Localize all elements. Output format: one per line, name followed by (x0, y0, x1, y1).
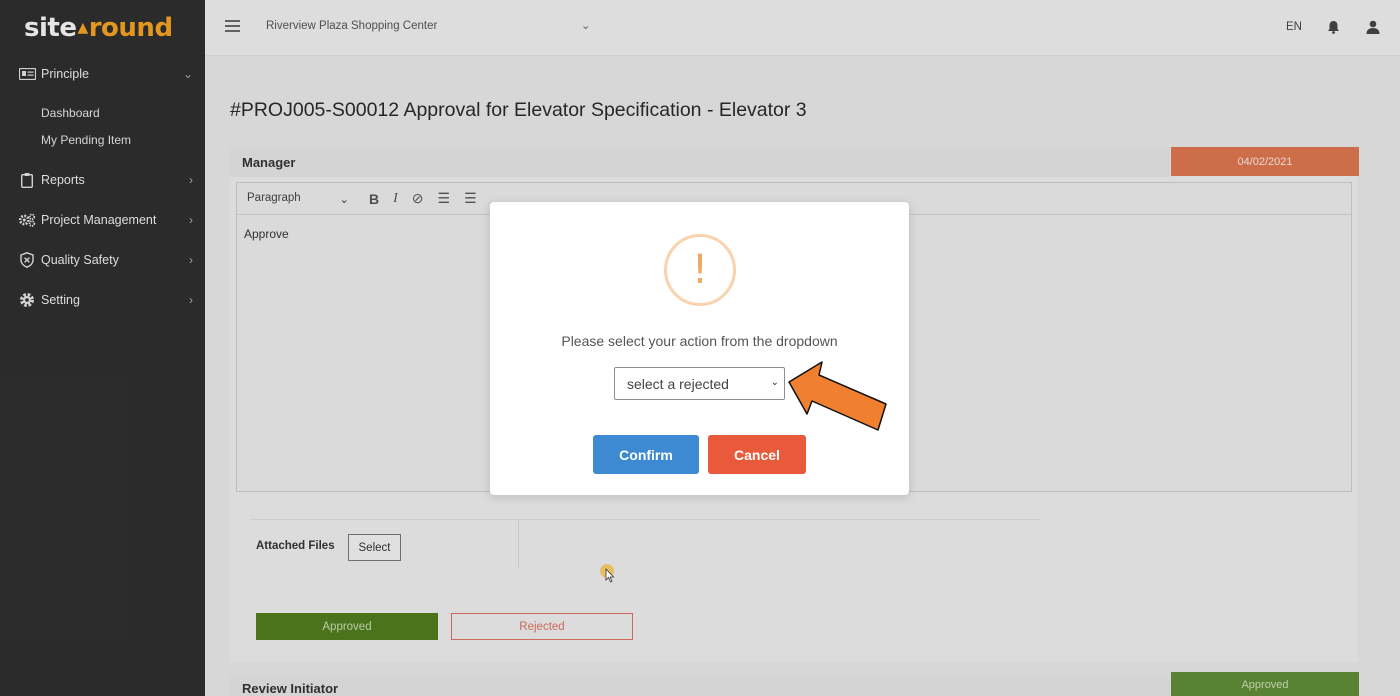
action-dropdown[interactable]: select a rejected ⌄ (614, 367, 785, 400)
mouse-cursor-icon (600, 564, 615, 583)
confirm-button[interactable]: Confirm (593, 435, 699, 474)
cancel-button[interactable]: Cancel (708, 435, 806, 474)
annotation-arrow-icon (788, 361, 887, 431)
action-dropdown-value: select a rejected (627, 376, 729, 392)
exclamation-icon: ! (664, 234, 736, 306)
action-modal: ! Please select your action from the dro… (490, 202, 909, 495)
chevron-down-icon: ⌄ (770, 377, 779, 388)
modal-message: Please select your action from the dropd… (561, 333, 838, 349)
